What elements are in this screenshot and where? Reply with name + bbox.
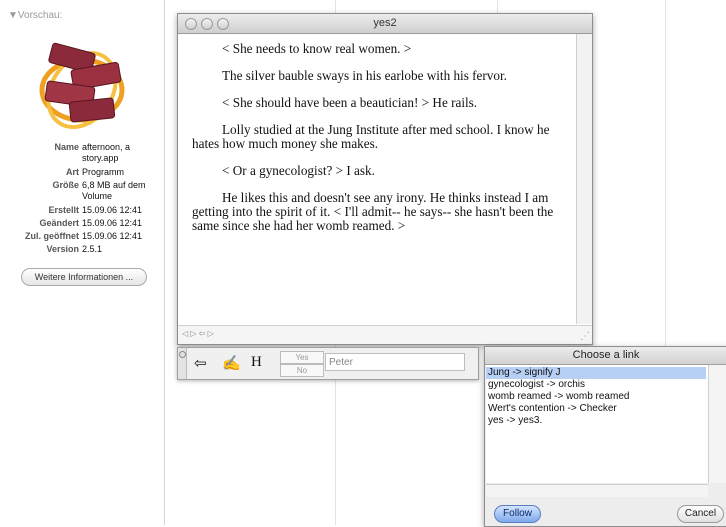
dialog-titlebar[interactable]: Choose a link <box>485 347 726 365</box>
cancel-button[interactable]: Cancel <box>677 505 724 523</box>
window-statusbar: ◁ ▷ ⇦ ▷ ⋰ <box>178 325 592 344</box>
preview-label[interactable]: ▼Vorschau: <box>8 10 62 21</box>
toolbar-grip[interactable] <box>178 348 187 379</box>
info-panel: ▼Vorschau: Name afternoon, a story.app A… <box>0 0 165 525</box>
story-paragraph: < Or a gynecologist? > I ask. <box>222 163 375 178</box>
no-button[interactable]: No <box>280 364 324 377</box>
link-item[interactable]: yes -> yes3. <box>486 415 706 427</box>
link-item[interactable]: gynecologist -> orchis <box>486 379 706 391</box>
window-title: yes2 <box>373 17 397 29</box>
story-paragraph: Lolly studied at the Jung Institute afte… <box>192 122 550 151</box>
link-item[interactable]: Wert's contention -> Checker <box>486 403 706 415</box>
story-window: yes2 < She needs to know real women. > T… <box>177 13 593 345</box>
dialog-title: Choose a link <box>572 349 640 361</box>
story-text[interactable]: < She needs to know real women. > The si… <box>192 42 572 246</box>
resize-grip-icon[interactable]: ⋰ <box>578 330 592 344</box>
app-icon <box>39 42 125 130</box>
link-list[interactable]: Jung -> signify J gynecologist -> orchis… <box>486 365 709 483</box>
link-item[interactable]: womb reamed -> womb reamed <box>486 391 706 403</box>
yes-button[interactable]: Yes <box>280 351 324 364</box>
link-item[interactable]: Jung -> signify J <box>486 367 706 379</box>
link-book-icon[interactable]: ✍ <box>222 354 241 372</box>
story-toolbar: ⇦ ✍ H Yes No Peter <box>177 347 479 380</box>
collapse-icon[interactable] <box>179 351 186 358</box>
vertical-scrollbar[interactable] <box>576 34 592 324</box>
story-paragraph: The silver bauble sways in his earlobe w… <box>222 68 507 83</box>
list-vertical-scrollbar[interactable] <box>709 365 726 483</box>
choose-link-dialog: Choose a link Jung -> signify J gynecolo… <box>484 346 726 527</box>
list-horizontal-scrollbar[interactable] <box>486 484 708 497</box>
story-paragraph: < She needs to know real women. > <box>222 41 412 56</box>
more-info-button[interactable]: Weitere Informationen ... <box>21 268 147 286</box>
nav-arrows-icon[interactable]: ◁ ▷ ⇦ ▷ <box>182 329 214 338</box>
story-paragraph: < She should have been a beautician! > H… <box>222 95 478 110</box>
back-arrow-icon[interactable]: ⇦ <box>194 354 207 372</box>
window-titlebar[interactable]: yes2 <box>178 14 592 34</box>
name-input[interactable]: Peter <box>325 353 465 371</box>
history-button[interactable]: H <box>251 354 262 371</box>
follow-button[interactable]: Follow <box>494 505 541 523</box>
story-paragraph: He likes this and doesn't see any irony.… <box>192 190 554 233</box>
